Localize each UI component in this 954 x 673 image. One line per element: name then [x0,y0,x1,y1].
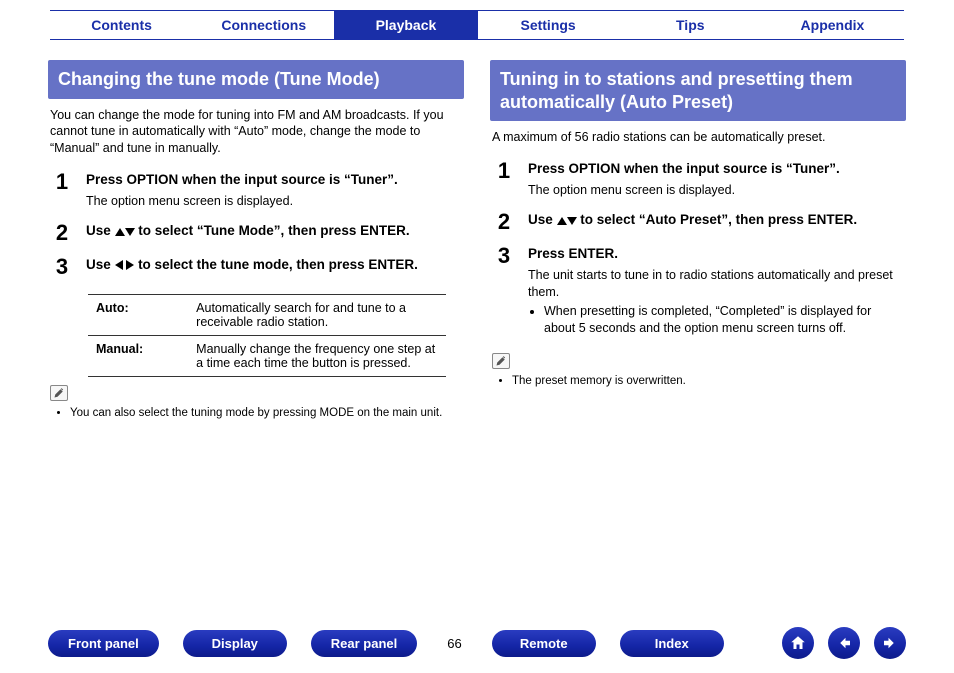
nav-label: Remote [520,636,568,651]
page-number: 66 [441,636,467,651]
step-title: Press ENTER. [528,245,904,263]
note-item: The preset memory is overwritten. [512,374,906,390]
triangle-right-icon [126,260,134,270]
step-number: 3 [50,256,74,278]
note-icon [492,353,510,369]
text: Use [86,223,115,238]
step-number: 1 [50,171,74,210]
step-bullet: When presetting is completed, “Completed… [544,303,904,337]
prev-page-icon[interactable] [828,627,860,659]
step-subtext: The option menu screen is displayed. [86,189,462,210]
triangle-down-icon [567,217,577,225]
home-icon[interactable] [782,627,814,659]
step-subtext: The unit starts to tune in to radio stat… [528,263,904,301]
text: Use [528,212,557,227]
top-tab-bar: Contents Connections Playback Settings T… [0,0,954,46]
text: to select “Auto Preset”, then press ENTE… [580,212,857,227]
right-column: Tuning in to stations and presetting the… [490,60,906,422]
step-title: Use to select the tune mode, then press … [86,256,462,274]
step-number: 2 [492,211,516,233]
tab-label: Playback [376,17,437,33]
section-heading-auto-preset: Tuning in to stations and presetting the… [490,60,906,121]
table-row: Auto: Automatically search for and tune … [88,295,446,336]
note-list: The preset memory is overwritten. [490,374,906,390]
mode-key: Auto: [88,295,188,336]
text: to select “Tune Mode”, then press ENTER. [138,223,409,238]
mode-value: Manually change the frequency one step a… [188,336,446,377]
tab-tips[interactable]: Tips [619,10,762,40]
triangle-up-icon [557,217,567,225]
mode-value: Automatically search for and tune to a r… [188,295,446,336]
nav-label: Display [212,636,258,651]
tab-settings[interactable]: Settings [477,10,620,40]
nav-rear-panel[interactable]: Rear panel [311,630,417,657]
nav-index[interactable]: Index [620,630,724,657]
nav-remote[interactable]: Remote [492,630,596,657]
text: Use [86,257,115,272]
step-3: 3 Press ENTER. The unit starts to tune i… [490,239,906,343]
step-title: Press OPTION when the input source is “T… [528,160,904,178]
next-page-icon[interactable] [874,627,906,659]
nav-front-panel[interactable]: Front panel [48,630,159,657]
triangle-down-icon [125,228,135,236]
intro-text: You can change the mode for tuning into … [48,105,464,166]
tab-playback[interactable]: Playback [334,10,477,40]
note-icon [50,385,68,401]
tab-label: Contents [91,17,152,33]
tab-contents[interactable]: Contents [50,10,193,40]
note-item: You can also select the tuning mode by p… [70,406,464,422]
step-1: 1 Press OPTION when the input source is … [490,154,906,205]
step-title: Use to select “Auto Preset”, then press … [528,211,904,229]
step-3: 3 Use to select the tune mode, then pres… [48,250,464,284]
section-heading-tune-mode: Changing the tune mode (Tune Mode) [48,60,464,99]
step-2: 2 Use to select “Tune Mode”, then press … [48,216,464,250]
mode-key: Manual: [88,336,188,377]
triangle-up-icon [115,228,125,236]
step-number: 2 [50,222,74,244]
text: to select the tune mode, then press ENTE… [138,257,418,272]
step-number: 3 [492,245,516,337]
step-title: Press OPTION when the input source is “T… [86,171,462,189]
tab-label: Settings [520,17,575,33]
bottom-nav-bar: Front panel Display Rear panel 66 Remote… [0,627,954,659]
nav-display[interactable]: Display [183,630,287,657]
tab-label: Connections [221,17,306,33]
step-2: 2 Use to select “Auto Preset”, then pres… [490,205,906,239]
note-list: You can also select the tuning mode by p… [48,406,464,422]
left-column: Changing the tune mode (Tune Mode) You c… [48,60,464,422]
step-number: 1 [492,160,516,199]
nav-label: Index [655,636,689,651]
tab-appendix[interactable]: Appendix [761,10,904,40]
tab-connections[interactable]: Connections [192,10,335,40]
tab-label: Tips [676,17,705,33]
nav-label: Rear panel [331,636,397,651]
step-title: Use to select “Tune Mode”, then press EN… [86,222,462,240]
tune-mode-table: Auto: Automatically search for and tune … [88,294,446,377]
intro-text: A maximum of 56 radio stations can be au… [490,127,906,154]
triangle-left-icon [115,260,123,270]
table-row: Manual: Manually change the frequency on… [88,336,446,377]
step-subtext: The option menu screen is displayed. [528,178,904,199]
tab-label: Appendix [801,17,865,33]
step-bullets: When presetting is completed, “Completed… [528,303,904,337]
nav-label: Front panel [68,636,139,651]
step-1: 1 Press OPTION when the input source is … [48,165,464,216]
